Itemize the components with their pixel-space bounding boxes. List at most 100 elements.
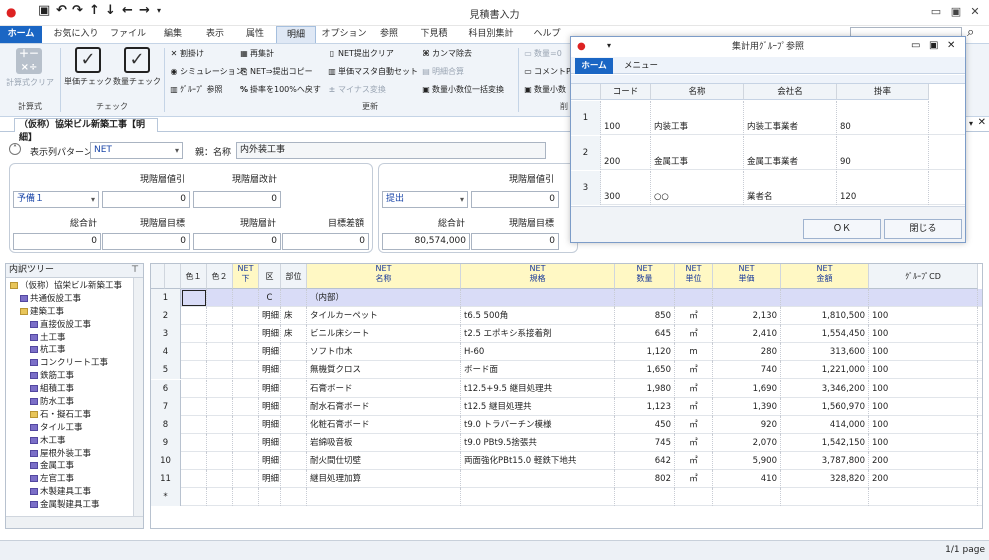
cell-unit-price[interactable] [713,488,781,507]
dialog-header-row-number[interactable] [571,84,601,100]
cell-kubun[interactable]: 明細 [259,343,281,362]
close-icon[interactable]: ✕ [966,3,984,21]
cell-name[interactable]: 岩綿吸音板 [307,433,461,452]
minimize-icon[interactable]: ▭ [927,3,945,21]
cell-group-cd[interactable]: 200 [869,470,978,488]
cell-spec[interactable]: t9.0 PBt9.5捨張共 [461,433,615,452]
dialog-tab-home[interactable]: ホーム [575,58,613,74]
cell-name[interactable]: タイルカーペット [307,307,461,326]
pin-icon[interactable]: ⊤ [131,264,139,277]
cell-quantity[interactable]: 1,123 [615,397,675,416]
cell-net-low[interactable] [233,361,259,380]
cell-bui[interactable] [281,379,307,398]
dialog-cell-name[interactable]: 金属工事 [651,136,744,170]
cell-quantity[interactable]: 1,980 [615,379,675,398]
cell-unit-price[interactable]: 1,690 [713,379,781,398]
calc-clear-button[interactable]: 計算式クリア [4,77,56,88]
cell-net-low[interactable] [233,289,259,307]
table-row[interactable]: 6 明細 石膏ボード t12.5+9.5 継目処理共 1,980 ㎡ 1,690 3,346,… [151,379,982,398]
cell-unit[interactable]: ㎡ [675,470,713,488]
cell-net-low[interactable] [233,451,259,470]
cell-name[interactable]: 化粧石膏ボード [307,415,461,434]
cell-group-cd[interactable]: 100 [869,415,978,434]
simulation-button[interactable]: ◉ シミュレーション [168,65,244,79]
cell-row-number[interactable]: 6 [151,379,181,398]
cell-group-cd[interactable]: 100 [869,325,978,344]
detail-sum-button[interactable]: ▤ 明細合算 [420,65,464,79]
cell-row-number[interactable]: 4 [151,343,181,362]
tab-pre-estimate[interactable]: 下見積 [414,26,454,43]
tab-details[interactable]: 明細 [276,26,316,43]
header-spec[interactable]: NET 規格 [461,264,615,289]
cell-unit-price[interactable]: 410 [713,470,781,488]
cell-spec[interactable]: t6.5 500角 [461,307,615,326]
cell-row-number[interactable]: 10 [151,451,181,470]
cell-color1[interactable] [181,397,207,416]
tree-item[interactable]: タイル工事 [6,422,134,435]
left-target-field[interactable]: 0 [102,233,190,250]
header-row-number[interactable] [165,264,181,289]
cell-spec[interactable]: ボード面 [461,361,615,380]
tab-item-summary[interactable]: 科目別集計 [462,26,520,43]
cell-color1[interactable] [181,307,207,326]
tree-item[interactable]: 杭工事 [6,344,134,357]
cell-amount[interactable]: 313,600 [781,343,869,362]
cell-unit[interactable]: ㎡ [675,325,713,344]
tree-item[interactable]: 屋根外装工事 [6,448,134,461]
cell-color2[interactable] [207,415,233,434]
cell-net-low[interactable] [233,325,259,344]
table-row[interactable]: 2 明細床タイルカーペット t6.5 500角 850 ㎡ 2,130 1,810,500 1… [151,307,982,326]
tree-item[interactable]: 金属工事 [6,460,134,473]
cell-kubun[interactable]: 明細 [259,307,281,326]
decimal-batch-button[interactable]: ▣ 数量小数位一括変換 [420,83,504,97]
tree-hscrollbar[interactable] [6,516,143,528]
cell-unit-price[interactable]: 2,130 [713,307,781,326]
cell-unit[interactable]: ㎡ [675,415,713,434]
table-row[interactable]: * [151,488,982,507]
header-color1[interactable]: 色１ [181,264,207,289]
cell-amount[interactable] [781,488,869,507]
header-unit[interactable]: NET 単位 [675,264,713,289]
tree-item[interactable]: コンクリート工事 [6,357,134,370]
tree-item[interactable]: 建築工事 [6,306,134,319]
cell-color2[interactable] [207,361,233,380]
cell-group-cd[interactable]: 100 [869,433,978,452]
cell-kubun[interactable]: 明細 [259,361,281,380]
cell-color1[interactable] [181,415,207,434]
cell-row-number[interactable]: 3 [151,325,181,344]
cell-color1[interactable] [181,379,207,398]
tree-item[interactable]: 木工事 [6,435,134,448]
tree-item[interactable]: 木製建具工事 [6,486,134,499]
header-color2[interactable]: 色２ [207,264,233,289]
cell-unit[interactable]: ㎡ [675,451,713,470]
tree-item[interactable]: 組積工事 [6,383,134,396]
table-row[interactable]: 11 明細 継目処理加算 802 ㎡ 410 328,820 200 [151,470,982,489]
cell-row-number[interactable]: 7 [151,397,181,416]
cell-net-low[interactable] [233,433,259,452]
right-target-field[interactable]: 0 [471,233,559,250]
cell-color2[interactable] [207,289,233,307]
cell-net-low[interactable] [233,343,259,362]
cell-group-cd[interactable]: 100 [869,361,978,380]
cell-unit-price[interactable]: 5,900 [713,451,781,470]
dialog-cell-code[interactable]: 300 [601,171,651,205]
table-row[interactable]: 7 明細 耐水石膏ボード t12.5 継目処理共 1,123 ㎡ 1,390 1,560,97… [151,397,982,416]
cell-kubun[interactable]: 明細 [259,379,281,398]
dialog-qat-icon[interactable]: ▾ [607,41,611,50]
table-row[interactable]: 8 明細 化粧石膏ボード t9.0 トラバーチン模様 450 ㎡ 920 414,000 100 [151,415,982,434]
cell-name[interactable]: ビニル床シート [307,325,461,344]
cell-amount[interactable]: 328,820 [781,470,869,488]
ok-button[interactable]: ＯＫ [803,219,881,239]
cell-quantity[interactable]: 1,650 [615,361,675,380]
cell-quantity[interactable] [615,289,675,307]
tab-attribute[interactable]: 属性 [238,26,272,43]
left-total-field[interactable]: 0 [13,233,101,250]
table-row[interactable]: 5 明細 無機質クロス ボード面 1,650 ㎡ 740 1,221,000 100 [151,361,982,380]
cell-spec[interactable]: t9.0 トラバーチン模様 [461,415,615,434]
dialog-cell-row-number[interactable]: 2 [571,136,601,170]
cell-group-cd[interactable]: 100 [869,397,978,416]
search-icon[interactable]: ⌕ [967,25,974,40]
tree-item[interactable]: 金属製建具工事 [6,499,134,512]
net-copy-button[interactable]: ⎘ NET⇒提出コピー [238,65,313,79]
dialog-header-company[interactable]: 会社名 [744,84,837,100]
